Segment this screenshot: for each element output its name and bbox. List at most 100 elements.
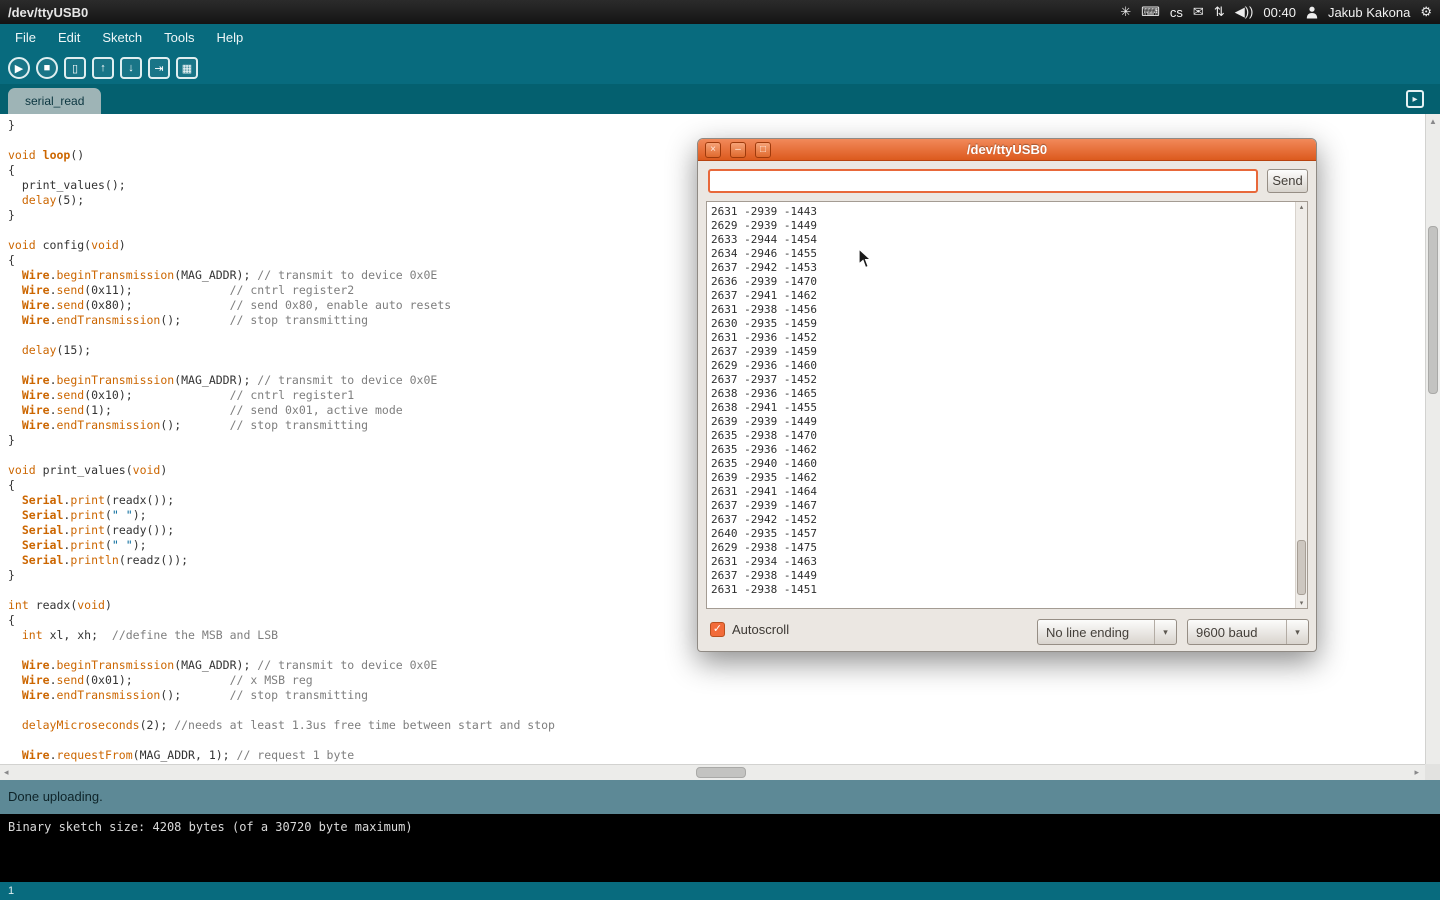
code-line <box>8 733 1425 748</box>
serial-output-scrollbar[interactable]: ▴ ▾ <box>1295 202 1307 608</box>
upload-button[interactable]: ⇥ <box>148 57 170 79</box>
username[interactable]: Jakub Kakona <box>1328 5 1410 20</box>
menu-help[interactable]: Help <box>205 24 254 52</box>
serial-output-line: 2629 -2939 -1449 <box>711 219 1293 233</box>
new-sketch-button[interactable]: ▯ <box>64 57 86 79</box>
scroll-down-icon[interactable]: ▾ <box>1296 599 1307 607</box>
serial-output-line: 2635 -2936 -1462 <box>711 443 1293 457</box>
serial-output-line: 2631 -2938 -1456 <box>711 303 1293 317</box>
scroll-left-icon[interactable]: ◂ <box>4 767 9 778</box>
scroll-right-icon[interactable]: ▸ <box>1414 767 1419 778</box>
serial-output-line: 2639 -2939 -1449 <box>711 415 1293 429</box>
vertical-scrollbar[interactable]: ▲ ▼ <box>1425 114 1440 780</box>
serial-output-line: 2637 -2939 -1459 <box>711 345 1293 359</box>
serial-output-line: 2636 -2939 -1470 <box>711 275 1293 289</box>
menu-edit[interactable]: Edit <box>47 24 91 52</box>
line-ending-dropdown[interactable]: No line ending ▾ <box>1037 619 1177 645</box>
code-line <box>8 703 1425 718</box>
close-icon: × <box>710 144 716 155</box>
horizontal-scrollbar-thumb[interactable] <box>696 767 746 778</box>
mail-icon[interactable]: ✉ <box>1193 0 1204 24</box>
serial-output-line: 2637 -2941 -1462 <box>711 289 1293 303</box>
serial-send-input[interactable] <box>708 169 1258 193</box>
check-icon: ✓ <box>713 623 722 635</box>
toolbar: ▶ ■ ▯ ↑ ↓ ⇥ ▦ <box>0 52 1440 84</box>
serial-output-text: 2631 -2939 -14432629 -2939 -14492633 -29… <box>711 205 1293 608</box>
serial-monitor-titlebar[interactable]: /dev/ttyUSB0 × – □ <box>698 139 1316 161</box>
clock[interactable]: 00:40 <box>1263 5 1296 20</box>
tab-bar: serial_read ▸ <box>0 84 1440 114</box>
vertical-scrollbar-thumb[interactable] <box>1428 226 1438 394</box>
send-button[interactable]: Send <box>1267 169 1308 193</box>
horizontal-scrollbar[interactable]: ◂ ▸ <box>0 764 1425 780</box>
serial-output-line: 2629 -2938 -1475 <box>711 541 1293 555</box>
menu-file[interactable]: File <box>4 24 47 52</box>
serial-output-line: 2634 -2946 -1455 <box>711 247 1293 261</box>
code-line: Wire.send(0x01); // x MSB reg <box>8 673 1425 688</box>
screen: /dev/ttyUSB0 ✳ ⌨ cs ✉ ⇅ ◀)) 00:40 Jakub … <box>0 0 1440 900</box>
chevron-down-icon: ▾ <box>1154 620 1176 644</box>
scroll-up-icon[interactable]: ▴ <box>1296 203 1307 211</box>
baud-rate-dropdown[interactable]: 9600 baud ▾ <box>1187 619 1309 645</box>
close-button[interactable]: × <box>705 142 721 158</box>
serial-output-line: 2635 -2938 -1470 <box>711 429 1293 443</box>
gear-icon[interactable]: ⚙ <box>1420 0 1432 24</box>
baud-rate-value: 9600 baud <box>1188 625 1286 640</box>
serial-output-line: 2631 -2938 -1451 <box>711 583 1293 597</box>
serial-output-line: 2638 -2941 -1455 <box>711 401 1293 415</box>
menu-tools[interactable]: Tools <box>153 24 205 52</box>
focused-window-title: /dev/ttyUSB0 <box>8 5 88 20</box>
scrollbar-corner <box>1425 764 1440 780</box>
code-line: } <box>8 118 1425 133</box>
serial-output-area[interactable]: 2631 -2939 -14432629 -2939 -14492633 -29… <box>706 201 1308 609</box>
minimize-button[interactable]: – <box>730 142 746 158</box>
open-sketch-button[interactable]: ↑ <box>92 57 114 79</box>
autoscroll-label: Autoscroll <box>732 622 789 637</box>
keyboard-layout[interactable]: cs <box>1170 5 1183 20</box>
autoscroll-checkbox[interactable]: ✓ <box>710 622 725 637</box>
line-ending-value: No line ending <box>1038 625 1154 640</box>
status-bar: Done uploading. <box>0 780 1440 814</box>
autoscroll-row: ✓ Autoscroll <box>710 622 789 637</box>
serial-output-line: 2635 -2940 -1460 <box>711 457 1293 471</box>
network-arrows-icon[interactable]: ⇅ <box>1214 0 1225 24</box>
tab-label: serial_read <box>25 94 84 108</box>
serial-output-line: 2633 -2944 -1454 <box>711 233 1293 247</box>
serial-output-line: 2637 -2937 -1452 <box>711 373 1293 387</box>
tab-menu-button[interactable]: ▸ <box>1406 90 1424 108</box>
code-line: Wire.requestFrom(MAG_ADDR, 1); // reques… <box>8 748 1425 763</box>
status-message: Done uploading. <box>8 789 103 804</box>
menu-sketch[interactable]: Sketch <box>91 24 153 52</box>
maximize-icon: □ <box>760 144 766 155</box>
volume-icon[interactable]: ◀)) <box>1235 0 1254 24</box>
stop-button[interactable]: ■ <box>36 57 58 79</box>
serial-output-line: 2640 -2935 -1457 <box>711 527 1293 541</box>
indicator-icon[interactable]: ✳ <box>1120 0 1131 24</box>
serial-output-line: 2637 -2938 -1449 <box>711 569 1293 583</box>
console-text: Binary sketch size: 4208 bytes (of a 307… <box>8 820 1432 834</box>
console-output: Binary sketch size: 4208 bytes (of a 307… <box>0 814 1440 882</box>
serial-output-line: 2631 -2934 -1463 <box>711 555 1293 569</box>
console-line: Binary sketch size: 4208 bytes (of a 307… <box>8 820 1432 834</box>
verify-button[interactable]: ▶ <box>8 57 30 79</box>
code-line: delayMicroseconds(2); //needs at least 1… <box>8 718 1425 733</box>
code-line: Wire.endTransmission(); // stop transmit… <box>8 688 1425 703</box>
serial-output-line: 2631 -2936 -1452 <box>711 331 1293 345</box>
scroll-up-icon[interactable]: ▲ <box>1426 117 1440 126</box>
serial-output-line: 2631 -2941 -1464 <box>711 485 1293 499</box>
maximize-button[interactable]: □ <box>755 142 771 158</box>
serial-output-line: 2638 -2936 -1465 <box>711 387 1293 401</box>
serial-monitor-window: /dev/ttyUSB0 × – □ Send 2631 -2939 -1443… <box>697 138 1317 652</box>
chevron-down-icon: ▾ <box>1286 620 1308 644</box>
user-icon[interactable] <box>1306 6 1318 19</box>
serial-output-line: 2637 -2939 -1467 <box>711 499 1293 513</box>
serial-scrollbar-thumb[interactable] <box>1297 540 1306 595</box>
save-sketch-button[interactable]: ↓ <box>120 57 142 79</box>
serial-output-line: 2630 -2935 -1459 <box>711 317 1293 331</box>
keyboard-icon[interactable]: ⌨ <box>1141 0 1160 24</box>
serial-monitor-button[interactable]: ▦ <box>176 57 198 79</box>
tab-serial-read[interactable]: serial_read <box>8 88 101 114</box>
serial-output-line: 2637 -2942 -1452 <box>711 513 1293 527</box>
serial-output-line: 2639 -2935 -1462 <box>711 471 1293 485</box>
minimize-icon: – <box>735 144 741 155</box>
